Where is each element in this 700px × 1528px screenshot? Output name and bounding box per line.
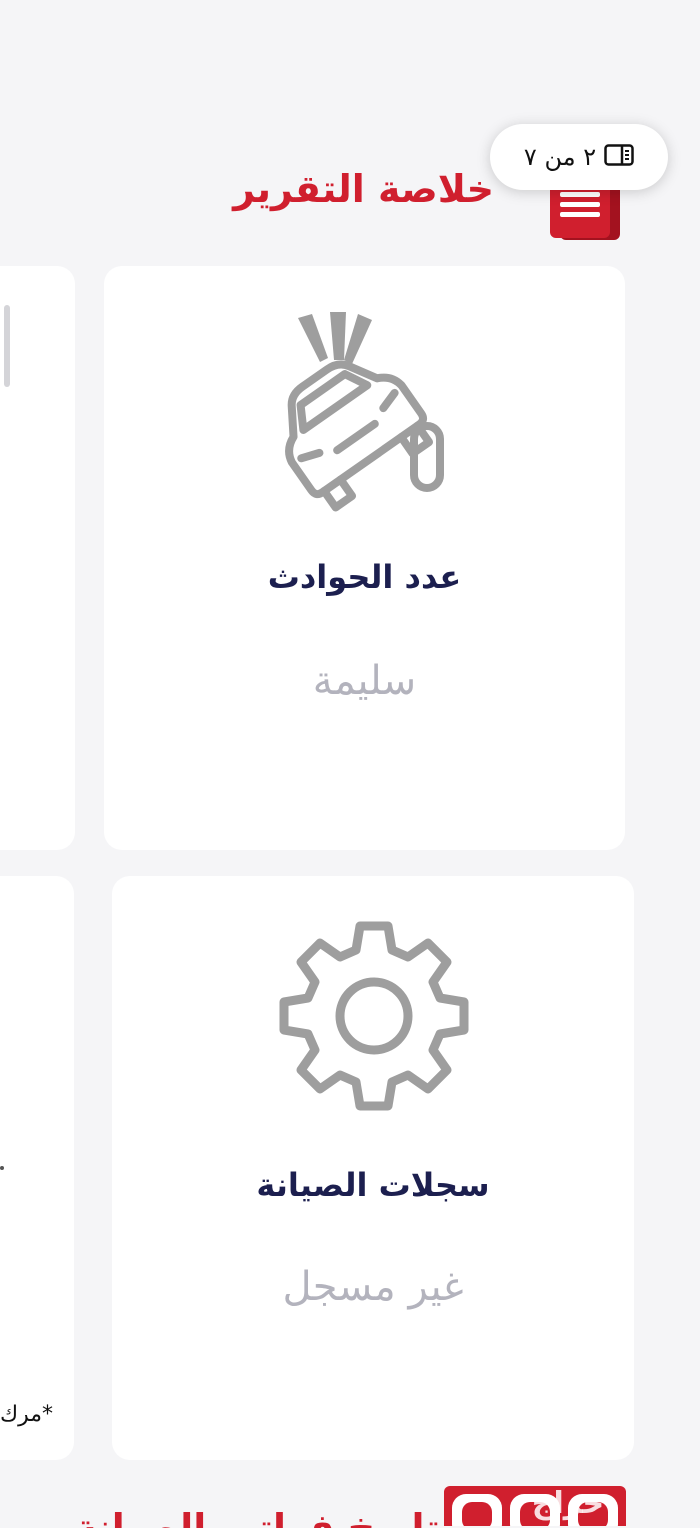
car-crash-icon xyxy=(254,306,454,520)
accidents-card[interactable]: عدد الحوادث سليمة xyxy=(104,266,625,850)
page-indicator[interactable]: ٢ من ٧ xyxy=(490,124,668,190)
accidents-label: عدد الحوادث xyxy=(267,558,462,596)
partial-card-bottom[interactable] xyxy=(0,876,74,1460)
partial-note: *مرك xyxy=(0,1402,54,1427)
scroll-indicator xyxy=(4,305,10,387)
partial-text-dot xyxy=(0,1166,4,1170)
page-indicator-text: ٢ من ٧ xyxy=(523,143,597,171)
maintenance-card[interactable]: سجلات الصيانة غير مسجل xyxy=(112,876,634,1460)
page-title: خلاصة التقرير xyxy=(233,167,494,211)
partial-card-top[interactable] xyxy=(0,266,75,850)
accidents-value: سليمة xyxy=(312,658,417,704)
gear-icon xyxy=(272,914,476,1122)
book-icon xyxy=(604,144,634,170)
maintenance-label: سجلات الصيانة xyxy=(256,1166,490,1204)
watermark: حراج xyxy=(531,1486,605,1521)
maintenance-value: غير مسجل xyxy=(282,1264,464,1310)
next-section-title: تاريخ فواتير الصيانة xyxy=(74,1506,440,1528)
